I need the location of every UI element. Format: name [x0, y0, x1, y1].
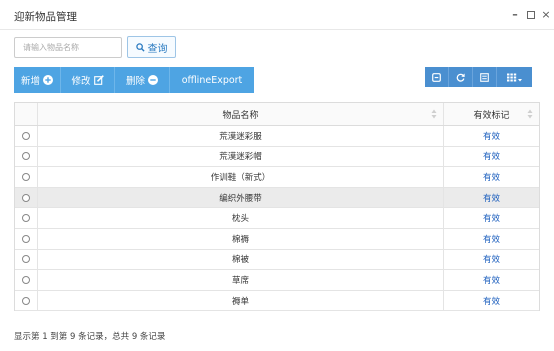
list-view-icon: [480, 72, 489, 82]
row-select-cell[interactable]: [15, 187, 38, 208]
table-row[interactable]: 编织外腰带 有效: [15, 187, 539, 209]
row-select-cell[interactable]: [15, 146, 38, 167]
add-button[interactable]: 新增: [14, 67, 61, 93]
action-toolbar: 新增 修改 删除 offlineExport: [14, 67, 254, 93]
row-select-cell[interactable]: [15, 270, 38, 290]
valid-flag-cell: 有效: [482, 275, 500, 286]
delete-button[interactable]: 删除: [115, 67, 170, 93]
row-radio[interactable]: [22, 296, 30, 305]
column-header-name[interactable]: 物品名称: [38, 103, 444, 125]
table-row[interactable]: 荒漠迷彩服 有效: [15, 126, 539, 147]
edit-button-label: 修改: [71, 76, 91, 87]
table-row[interactable]: 褥单 有效: [15, 290, 539, 312]
toggle-pagination-button[interactable]: [425, 67, 449, 87]
table-row[interactable]: 荒漠迷彩帽 有效: [15, 146, 539, 168]
row-select-cell[interactable]: [15, 126, 38, 146]
valid-flag-cell: 有效: [482, 255, 500, 266]
table-header: 物品名称 有效标记: [15, 103, 539, 126]
header-select-cell: [15, 103, 38, 125]
row-radio[interactable]: [22, 275, 30, 284]
delete-button-label: 删除: [125, 76, 145, 87]
table-row[interactable]: 棉褥 有效: [15, 228, 539, 250]
maximize-button[interactable]: [525, 8, 536, 23]
valid-flag-cell: 有效: [482, 214, 500, 225]
row-radio[interactable]: [22, 172, 30, 181]
item-name-cell: 作训鞋（新式）: [38, 167, 444, 187]
item-name-cell: 棉褥: [38, 228, 444, 249]
refresh-button[interactable]: [449, 67, 473, 87]
minus-circle-icon: [148, 75, 158, 85]
row-radio[interactable]: [22, 131, 30, 140]
row-radio[interactable]: [22, 214, 30, 223]
edit-button[interactable]: 修改: [61, 67, 115, 93]
table-tools: [425, 67, 532, 87]
table-row[interactable]: 枕头 有效: [15, 208, 539, 229]
plus-circle-icon: [43, 75, 53, 85]
valid-flag-cell: 有效: [482, 152, 500, 163]
search-input[interactable]: [14, 37, 122, 58]
row-select-cell[interactable]: [15, 290, 38, 311]
columns-dropdown-button[interactable]: [497, 67, 532, 87]
row-select-cell[interactable]: [15, 167, 38, 187]
maximize-icon: [526, 11, 535, 19]
refresh-icon: [456, 73, 465, 82]
valid-flag-cell: 有效: [482, 193, 500, 204]
offline-export-label: offlineExport: [181, 74, 243, 86]
add-button-label: 新增: [20, 76, 40, 87]
row-radio[interactable]: [22, 152, 30, 161]
item-name-cell: 荒漠迷彩服: [38, 126, 444, 146]
valid-flag-cell: 有效: [482, 296, 500, 307]
items-table: 物品名称 有效标记 荒漠迷彩服 有效 荒漠迷彩帽 有效 作训鞋（新式） 有效 编织外腰带 有效…: [14, 102, 540, 312]
valid-flag-cell: 有效: [482, 234, 500, 245]
row-select-cell[interactable]: [15, 228, 38, 249]
column-header-flag[interactable]: 有效标记: [444, 103, 539, 125]
row-select-cell[interactable]: [15, 208, 38, 228]
item-name-cell: 编织外腰带: [38, 187, 444, 208]
window-titlebar: 迎新物品管理 – ×: [0, 0, 554, 30]
toggle-pagination-icon: [432, 72, 441, 82]
table-row[interactable]: 草席 有效: [15, 270, 539, 291]
window-title: 迎新物品管理: [14, 11, 77, 23]
item-name-cell: 荒漠迷彩帽: [38, 146, 444, 167]
minimize-button[interactable]: –: [509, 8, 521, 22]
table-row[interactable]: 作训鞋（新式） 有效: [15, 167, 539, 188]
column-header-flag-label: 有效标记: [473, 110, 510, 121]
item-name-cell: 褥单: [38, 290, 444, 311]
table-body: 荒漠迷彩服 有效 荒漠迷彩帽 有效 作训鞋（新式） 有效 编织外腰带 有效 枕头 有效 棉褥 有效 棉被…: [15, 126, 539, 312]
close-button[interactable]: ×: [540, 8, 552, 22]
columns-icon: [506, 73, 522, 81]
valid-flag-cell: 有效: [482, 172, 500, 183]
row-radio[interactable]: [22, 193, 30, 202]
list-view-button[interactable]: [473, 67, 497, 87]
sort-icon: [527, 109, 533, 119]
row-radio[interactable]: [22, 255, 30, 264]
table-row[interactable]: 棉被 有效: [15, 249, 539, 271]
sort-icon: [431, 109, 437, 119]
query-button[interactable]: 查询: [127, 36, 176, 58]
valid-flag-cell: 有效: [482, 131, 500, 142]
row-radio[interactable]: [22, 234, 30, 243]
item-name-cell: 枕头: [38, 208, 444, 228]
offline-export-button[interactable]: offlineExport: [170, 67, 254, 93]
item-name-cell: 草席: [38, 270, 444, 290]
row-select-cell[interactable]: [15, 249, 38, 270]
edit-icon: [93, 75, 104, 85]
search-icon: [135, 42, 145, 52]
query-button-label: 查询: [147, 43, 168, 55]
pagination-summary: 显示第 1 到第 9 条记录，总共 9 条记录: [14, 332, 166, 342]
column-header-name-label: 物品名称: [222, 110, 259, 121]
item-name-cell: 棉被: [38, 249, 444, 270]
